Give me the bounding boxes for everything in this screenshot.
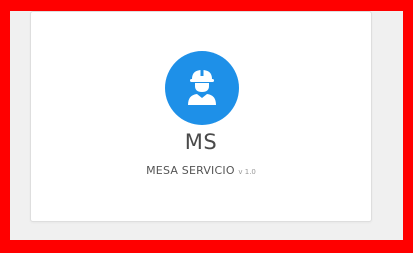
construction-worker-icon	[188, 70, 216, 105]
app-version: v 1.0	[238, 168, 256, 176]
app-subtitle-line: MESA SERVICIO v 1.0	[31, 164, 371, 177]
app-subtitle: MESA SERVICIO	[146, 164, 235, 177]
avatar	[165, 51, 239, 125]
app-title: MS	[184, 130, 218, 154]
app-card[interactable]: MS MESA SERVICIO v 1.0	[30, 11, 372, 222]
